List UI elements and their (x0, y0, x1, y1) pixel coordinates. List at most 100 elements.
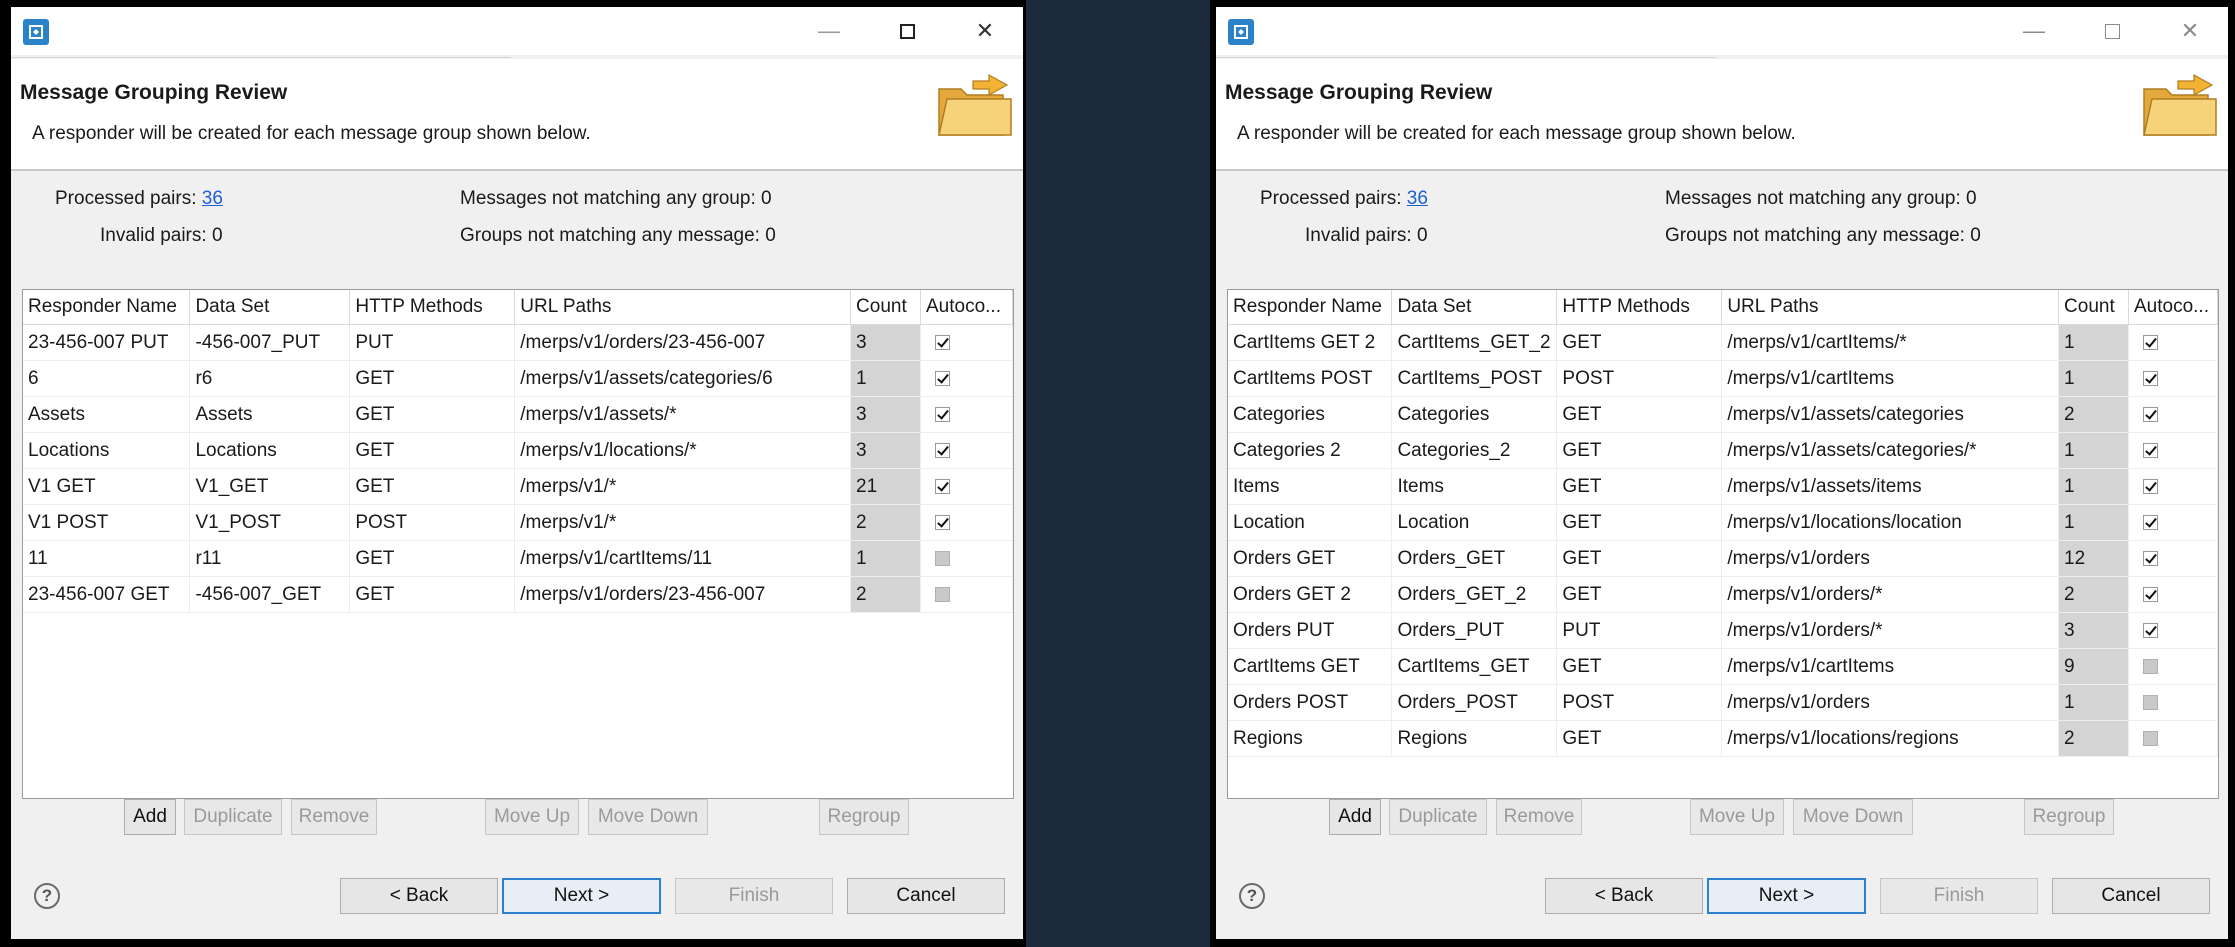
column-header[interactable]: Data Set (1391, 290, 1558, 325)
column-header[interactable]: Responder Name (23, 290, 191, 325)
url-path-cell[interactable]: /merps/v1/cartItems/11 (514, 540, 852, 577)
data-set-cell[interactable]: Orders_GET_2 (1391, 576, 1558, 613)
responder-name-cell[interactable]: Locations (23, 432, 191, 469)
remove-button[interactable]: Remove (1496, 799, 1582, 835)
table-row[interactable]: V1 GET V1_GET GET/merps/v1/* 21 (23, 468, 1013, 505)
autocorrelate-checkbox[interactable] (2142, 406, 2158, 422)
url-path-cell[interactable]: /merps/v1/assets/categories (1721, 396, 2060, 433)
table-row[interactable]: Orders POST Orders_POST POST/merps/v1/orde… (1228, 684, 2218, 721)
move-down-button[interactable]: Move Down (588, 799, 708, 835)
close-button[interactable]: ✕ (967, 15, 1003, 47)
responder-name-cell[interactable]: CartItems GET 2 (1228, 324, 1393, 361)
table-row[interactable]: Regions Regions GET/merps/v1/locations/reg… (1228, 720, 2218, 757)
data-set-cell[interactable]: r6 (189, 360, 351, 397)
column-header[interactable]: Autoco... (2128, 290, 2218, 325)
autocorrelate-checkbox[interactable] (2142, 370, 2158, 386)
http-method-cell[interactable]: GET (1556, 396, 1723, 433)
responder-name-cell[interactable]: CartItems GET (1228, 648, 1393, 685)
responder-name-cell[interactable]: 6 (23, 360, 191, 397)
data-set-cell[interactable]: Assets (189, 396, 351, 433)
http-method-cell[interactable]: GET (1556, 324, 1723, 361)
http-method-cell[interactable]: PUT (1556, 612, 1723, 649)
http-method-cell[interactable]: GET (1556, 576, 1723, 613)
autocorrelate-checkbox[interactable] (2142, 442, 2158, 458)
count-cell[interactable]: 1 (2058, 468, 2129, 505)
data-set-cell[interactable]: CartItems_GET_2 (1391, 324, 1558, 361)
http-method-cell[interactable]: POST (1556, 360, 1723, 397)
finish-button[interactable]: Finish (1880, 878, 2038, 914)
count-cell[interactable]: 3 (850, 324, 921, 361)
table-row[interactable]: 23-456-007 GET -456-007_GET GET/merps/v1/o… (23, 576, 1013, 613)
url-path-cell[interactable]: /merps/v1/locations/* (514, 432, 852, 469)
column-header[interactable]: URL Paths (1721, 290, 2060, 325)
count-cell[interactable]: 1 (850, 360, 921, 397)
url-path-cell[interactable]: /merps/v1/orders (1721, 684, 2060, 721)
next-button[interactable]: Next > (502, 878, 661, 914)
regroup-button[interactable]: Regroup (819, 799, 909, 835)
data-set-cell[interactable]: Location (1391, 504, 1558, 541)
data-set-cell[interactable]: Orders_PUT (1391, 612, 1558, 649)
count-cell[interactable]: 21 (850, 468, 921, 505)
regroup-button[interactable]: Regroup (2024, 799, 2114, 835)
url-path-cell[interactable]: /merps/v1/cartItems (1721, 360, 2060, 397)
table-row[interactable]: V1 POST V1_POST POST/merps/v1/* 2 (23, 504, 1013, 541)
count-cell[interactable]: 2 (850, 504, 921, 541)
responder-name-cell[interactable]: 11 (23, 540, 191, 577)
responder-name-cell[interactable]: Assets (23, 396, 191, 433)
count-cell[interactable]: 2 (2058, 576, 2129, 613)
url-path-cell[interactable]: /merps/v1/assets/categories/* (1721, 432, 2060, 469)
count-cell[interactable]: 3 (850, 432, 921, 469)
data-set-cell[interactable]: Categories (1391, 396, 1558, 433)
processed-pairs-link[interactable]: 36 (1407, 188, 1428, 209)
table-row[interactable]: Locations Locations GET/merps/v1/locations… (23, 432, 1013, 469)
responder-name-cell[interactable]: Regions (1228, 720, 1393, 757)
url-path-cell[interactable]: /merps/v1/orders/* (1721, 612, 2060, 649)
column-header[interactable]: Autoco... (920, 290, 1013, 325)
http-method-cell[interactable]: GET (349, 540, 516, 577)
data-set-cell[interactable]: CartItems_POST (1391, 360, 1558, 397)
column-header[interactable]: Responder Name (1228, 290, 1393, 325)
autocorrelate-checkbox[interactable] (2142, 622, 2158, 638)
table-row[interactable]: Location Location GET/merps/v1/locations/l… (1228, 504, 2218, 541)
autocorrelate-checkbox[interactable] (934, 478, 950, 494)
table-row[interactable]: Orders GET Orders_GET GET/merps/v1/orders 1… (1228, 540, 2218, 577)
autocorrelate-checkbox[interactable] (2142, 658, 2158, 674)
minimize-button[interactable]: — (811, 15, 847, 47)
table-row[interactable]: Orders GET 2 Orders_GET_2 GET/merps/v1/ord… (1228, 576, 2218, 613)
table-row[interactable]: Assets Assets GET/merps/v1/assets/* 3 (23, 396, 1013, 433)
count-cell[interactable]: 1 (2058, 684, 2129, 721)
count-cell[interactable]: 2 (850, 576, 921, 613)
http-method-cell[interactable]: PUT (349, 324, 516, 361)
table-row[interactable]: 23-456-007 PUT -456-007_PUT PUT/merps/v1/o… (23, 324, 1013, 361)
count-cell[interactable]: 1 (2058, 504, 2129, 541)
responder-name-cell[interactable]: Orders GET 2 (1228, 576, 1393, 613)
url-path-cell[interactable]: /merps/v1/assets/items (1721, 468, 2060, 505)
autocorrelate-checkbox[interactable] (2142, 514, 2158, 530)
responder-name-cell[interactable]: Categories 2 (1228, 432, 1393, 469)
responder-name-cell[interactable]: 23-456-007 PUT (23, 324, 191, 361)
autocorrelate-checkbox[interactable] (2142, 550, 2158, 566)
responder-name-cell[interactable]: Items (1228, 468, 1393, 505)
help-icon[interactable]: ? (34, 883, 60, 909)
autocorrelate-checkbox[interactable] (2142, 478, 2158, 494)
add-button[interactable]: Add (1329, 799, 1381, 835)
count-cell[interactable]: 1 (850, 540, 921, 577)
move-up-button[interactable]: Move Up (485, 799, 579, 835)
count-cell[interactable]: 3 (850, 396, 921, 433)
http-method-cell[interactable]: GET (349, 576, 516, 613)
table-row[interactable]: Categories 2 Categories_2 GET/merps/v1/ass… (1228, 432, 2218, 469)
table-row[interactable]: CartItems POST CartItems_POST POST/merps/v… (1228, 360, 2218, 397)
column-header[interactable]: Data Set (189, 290, 351, 325)
count-cell[interactable]: 2 (2058, 720, 2129, 757)
responder-name-cell[interactable]: Orders PUT (1228, 612, 1393, 649)
autocorrelate-checkbox[interactable] (934, 514, 950, 530)
url-path-cell[interactable]: /merps/v1/* (514, 468, 852, 505)
back-button[interactable]: < Back (340, 878, 498, 914)
http-method-cell[interactable]: GET (349, 468, 516, 505)
minimize-button[interactable]: — (2016, 15, 2052, 47)
column-header[interactable]: Count (2058, 290, 2129, 325)
responder-name-cell[interactable]: V1 GET (23, 468, 191, 505)
count-cell[interactable]: 12 (2058, 540, 2129, 577)
url-path-cell[interactable]: /merps/v1/cartItems (1721, 648, 2060, 685)
http-method-cell[interactable]: GET (1556, 540, 1723, 577)
